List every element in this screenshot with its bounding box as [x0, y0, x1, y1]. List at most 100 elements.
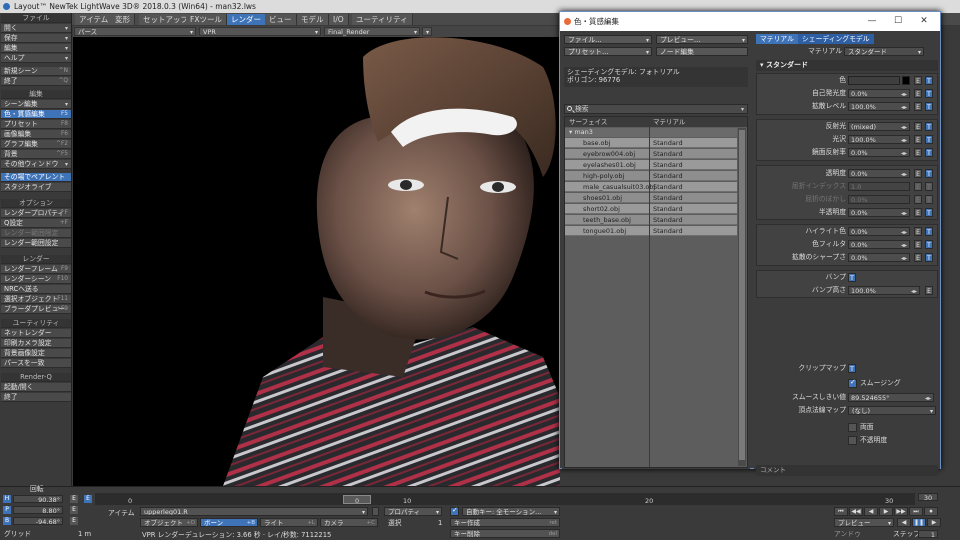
- transparency-texture-button[interactable]: T: [925, 169, 933, 178]
- presets-button[interactable]: プリセット F8: [1, 120, 71, 129]
- print-camera-button[interactable]: 印刷カメラ設定: [1, 339, 71, 348]
- render-mode-select[interactable]: VPR ▾: [199, 27, 321, 36]
- quit-button[interactable]: 終了 ^Q: [1, 77, 71, 86]
- graph-editor-button[interactable]: グラフ編集 ^F2: [1, 140, 71, 149]
- help-menu[interactable]: ヘルプ ▾: [1, 54, 71, 63]
- render-scene-button[interactable]: レンダーシーン F10: [1, 275, 71, 284]
- smoothing-checkbox[interactable]: [848, 378, 857, 388]
- slider-arrows-icon[interactable]: ◂▸: [901, 254, 907, 263]
- gloss-field[interactable]: 100.0% ◂▸: [848, 135, 910, 144]
- render-frame-button[interactable]: レンダーフレーム F9: [1, 265, 71, 274]
- reflection-envelope-button[interactable]: E: [914, 122, 922, 131]
- gloss-envelope-button[interactable]: E: [914, 135, 922, 144]
- studio-live-button[interactable]: スタジオライブ: [1, 183, 71, 192]
- refraction-field[interactable]: 1.0: [848, 182, 910, 191]
- minimize-icon[interactable]: —: [860, 12, 884, 31]
- renderq-quit-button[interactable]: 終了: [1, 393, 71, 402]
- background-image-button[interactable]: 背景画像設定: [1, 349, 71, 358]
- color-filter-envelope-button[interactable]: E: [914, 240, 922, 249]
- tab-io[interactable]: I/O: [329, 14, 349, 25]
- next-frame-icon[interactable]: ▶: [879, 507, 893, 516]
- tab-render[interactable]: レンダー: [227, 14, 266, 25]
- transparency-envelope-button[interactable]: E: [914, 169, 922, 178]
- table-row[interactable]: teeth_base.obj Standard: [565, 215, 737, 225]
- image-editor-button[interactable]: 画像編集 F6: [1, 130, 71, 139]
- bones-button[interactable]: ボーン +B: [200, 518, 258, 527]
- color-envelope-button[interactable]: E: [914, 76, 922, 85]
- first-frame-icon[interactable]: ⏮: [834, 507, 848, 516]
- play-icon[interactable]: ▶: [927, 518, 941, 527]
- node-edit-button[interactable]: ノード編集: [656, 47, 748, 56]
- record-icon[interactable]: ⏺: [924, 507, 938, 516]
- save-menu[interactable]: 保存 ▾: [1, 34, 71, 43]
- table-row[interactable]: male_casualsuit03.obj Standard: [565, 182, 737, 192]
- slider-arrows-icon[interactable]: ◂▸: [901, 228, 907, 237]
- opaque-checkbox[interactable]: [848, 436, 857, 445]
- color-texture-button[interactable]: T: [925, 76, 933, 85]
- color-swatch[interactable]: [848, 76, 900, 85]
- translucency-field[interactable]: 0.0% ◂▸: [848, 208, 910, 217]
- slider-arrows-icon[interactable]: ◂▸: [901, 136, 907, 145]
- table-row[interactable]: shoes01.obj Standard: [565, 193, 737, 203]
- net-render-button[interactable]: ネットレンダー: [1, 329, 71, 338]
- preview-render-button[interactable]: ブラーダプレビュー +F9: [1, 305, 71, 314]
- q-settings-button[interactable]: Q設定 +F: [1, 219, 71, 228]
- bank-field[interactable]: -94.68°: [13, 517, 63, 526]
- slider-arrows-icon[interactable]: ◂▸: [901, 241, 907, 250]
- preview-select[interactable]: プレビュー ▾: [834, 518, 894, 527]
- limited-region-button[interactable]: レンダー範囲限定: [1, 229, 71, 238]
- surface-search-input[interactable]: 検索 ▾: [564, 104, 748, 114]
- tab-material[interactable]: マテリアル: [756, 34, 798, 44]
- refraction-blur-envelope-button[interactable]: E: [914, 195, 922, 204]
- item-list-button[interactable]: [372, 507, 379, 516]
- gloss-texture-button[interactable]: T: [925, 135, 933, 144]
- slider-arrows-icon[interactable]: ◂▸: [901, 149, 907, 158]
- pause-icon[interactable]: ❚❚: [912, 518, 926, 527]
- match-perspective-button[interactable]: パースを一致: [1, 359, 71, 368]
- auto-key-checkbox[interactable]: [450, 506, 459, 516]
- table-row[interactable]: base.obj Standard: [565, 138, 737, 148]
- h-envelope-button[interactable]: E: [70, 495, 78, 503]
- highlight-field[interactable]: 0.0% ◂▸: [848, 227, 910, 236]
- heading-field[interactable]: 90.38°: [13, 495, 63, 504]
- tab-view[interactable]: ビュー: [265, 14, 297, 25]
- reflection-field[interactable]: (mixed) ◂▸: [848, 122, 910, 131]
- tab-item[interactable]: アイテム: [75, 14, 114, 25]
- clip-map-texture-button[interactable]: T: [848, 364, 856, 373]
- highlight-texture-button[interactable]: T: [925, 227, 933, 236]
- tab-model[interactable]: モデル: [297, 14, 329, 25]
- tab-modify[interactable]: 変形: [111, 14, 135, 25]
- preset-menu-button[interactable]: プリセット... ▾: [564, 47, 652, 56]
- translucency-texture-button[interactable]: T: [925, 208, 933, 217]
- last-frame-icon[interactable]: ⏭: [909, 507, 923, 516]
- step-field[interactable]: 1: [918, 530, 938, 539]
- tab-utilities[interactable]: ユーティリティ: [352, 14, 413, 25]
- specular-envelope-button[interactable]: E: [914, 148, 922, 157]
- double-sided-checkbox[interactable]: [848, 423, 857, 432]
- vertex-normal-select[interactable]: (なし) ▾: [848, 406, 936, 415]
- cameras-button[interactable]: カメラ +C: [320, 518, 378, 527]
- table-row[interactable]: eyebrow004.obj Standard: [565, 149, 737, 159]
- objects-button[interactable]: オブジェクト +O: [140, 518, 198, 527]
- bump-height-field[interactable]: 100.0% ◂▸: [848, 286, 920, 295]
- diffuse-sharpness-texture-button[interactable]: T: [925, 253, 933, 262]
- view-mode-select[interactable]: パース ▾: [74, 27, 196, 36]
- diffuse-sharpness-envelope-button[interactable]: E: [914, 253, 922, 262]
- file-menu-button[interactable]: ファイル... ▾: [564, 35, 652, 44]
- close-icon[interactable]: ✕: [912, 12, 936, 31]
- specular-field[interactable]: 0.0% ◂▸: [848, 148, 910, 157]
- next-key-icon[interactable]: ▶▶: [894, 507, 908, 516]
- renderq-launch-button[interactable]: 起動/開く: [1, 383, 71, 392]
- table-row[interactable]: short02.obj Standard: [565, 204, 737, 214]
- delete-key-button[interactable]: キー削除 del: [450, 529, 560, 538]
- comment-field[interactable]: コメント: [756, 465, 938, 476]
- timeline-e-button[interactable]: E: [84, 495, 92, 503]
- table-row[interactable]: tongue01.obj Standard: [565, 226, 737, 236]
- slider-arrows-icon[interactable]: ◂▸: [911, 287, 917, 296]
- tab-shading-model[interactable]: シェーディングモデル: [798, 34, 874, 44]
- other-windows-menu[interactable]: その他ウィンドウ ▾: [1, 160, 71, 169]
- smooth-threshold-field[interactable]: 89.524655° ◂▸: [848, 393, 934, 402]
- color-filter-texture-button[interactable]: T: [925, 240, 933, 249]
- luminosity-envelope-button[interactable]: E: [914, 89, 922, 98]
- edit-menu[interactable]: 編集 ▾: [1, 44, 71, 53]
